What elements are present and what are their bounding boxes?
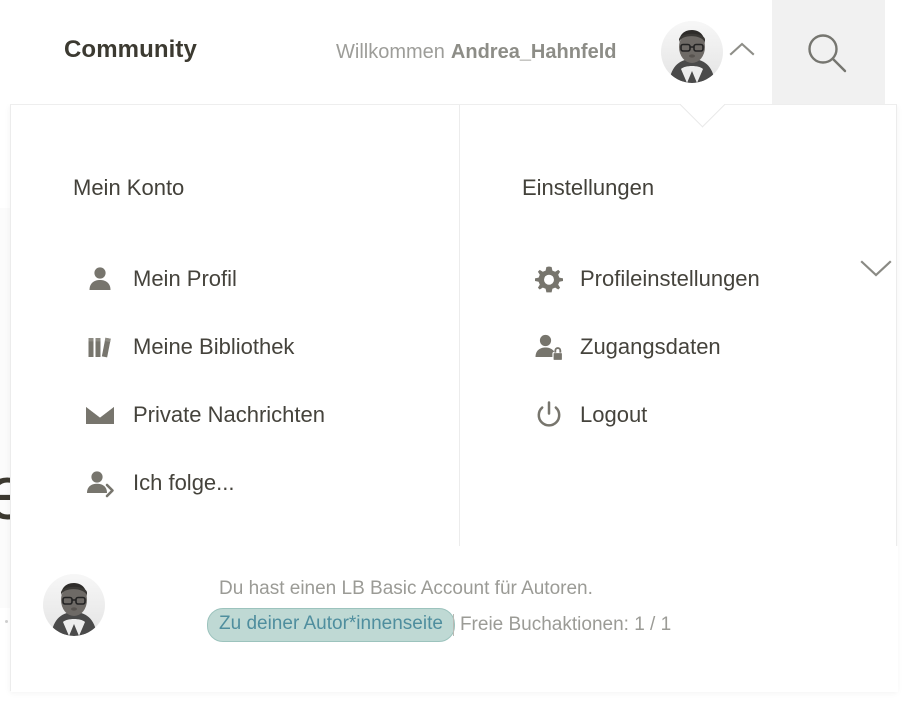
- menu-item-label: Meine Bibliothek: [133, 334, 295, 359]
- username-label: Andrea_Hahnfeld: [450, 41, 617, 63]
- menu-item-meine-bibliothek[interactable]: Meine Bibliothek: [11, 313, 459, 381]
- page-title: Community: [64, 36, 197, 63]
- account-menu-list: Mein Profil Meine Bibliothek Private Nac…: [11, 245, 459, 517]
- menu-item-label: Profileinstellungen: [580, 266, 760, 291]
- site-header: Community Willkommen Andrea_Hahnfeld: [0, 0, 910, 104]
- section-heading-settings: Einstellungen: [522, 175, 655, 200]
- account-status-bar: Du hast einen LB Basic Account für Autor…: [11, 546, 898, 692]
- user-avatar-photo-icon: [661, 21, 723, 83]
- menu-item-mein-profil[interactable]: Mein Profil: [11, 245, 459, 313]
- envelope-icon: [83, 398, 117, 432]
- settings-menu-list: Profileinstellungen Zugangsdaten Logout: [460, 245, 898, 449]
- section-heading-account: Mein Konto: [73, 175, 185, 200]
- power-icon: [532, 398, 566, 432]
- menu-item-zugangsdaten[interactable]: Zugangsdaten: [460, 313, 898, 381]
- menu-item-label: Zugangsdaten: [580, 334, 721, 359]
- menu-item-logout[interactable]: Logout: [460, 381, 898, 449]
- menu-item-label: Logout: [580, 402, 648, 427]
- person-icon: [83, 262, 117, 296]
- menu-item-label: Mein Profil: [133, 266, 237, 291]
- avatar[interactable]: [43, 574, 105, 636]
- welcome-prefix-label: Willkommen: [336, 41, 445, 63]
- books-icon: [83, 330, 117, 364]
- search-button[interactable]: [772, 0, 885, 104]
- separator: [452, 614, 454, 636]
- author-page-link[interactable]: Zu deiner Autor*innenseite: [207, 608, 455, 642]
- gear-icon: [532, 262, 566, 296]
- dropdown-notch: [668, 104, 736, 138]
- chevron-down-icon[interactable]: [859, 257, 893, 279]
- menu-item-label: Private Nachrichten: [133, 402, 325, 427]
- account-notice-text: Du hast einen LB Basic Account für Autor…: [219, 578, 593, 599]
- background-dot: [5, 620, 8, 623]
- account-dropdown-panel: Mein Konto Mein Profil Meine Bibliothek …: [10, 104, 898, 692]
- menu-item-label: Ich folge...: [133, 470, 235, 495]
- account-actions-row: Zu deiner Autor*innenseite Freie Buchakt…: [207, 608, 671, 642]
- avatar[interactable]: [661, 21, 723, 83]
- background-strip: [0, 208, 10, 608]
- menu-item-private-nachrichten[interactable]: Private Nachrichten: [11, 381, 459, 449]
- page-root: e Community WillkommenAndrea_Hahnfeld: [0, 0, 910, 716]
- chevron-up-icon[interactable]: [729, 40, 755, 58]
- welcome-greeting: Willkommen Andrea_Hahnfeld: [336, 41, 617, 64]
- menu-item-ich-folge[interactable]: Ich folge...: [11, 449, 459, 517]
- menu-item-profileinstellungen[interactable]: Profileinstellungen: [460, 245, 898, 313]
- user-avatar-photo-icon: [43, 574, 105, 636]
- person-lock-icon: [532, 330, 566, 364]
- search-icon: [808, 34, 847, 73]
- person-follow-icon: [83, 466, 117, 500]
- free-book-actions-label: Freie Buchaktionen: 1 / 1: [459, 614, 672, 635]
